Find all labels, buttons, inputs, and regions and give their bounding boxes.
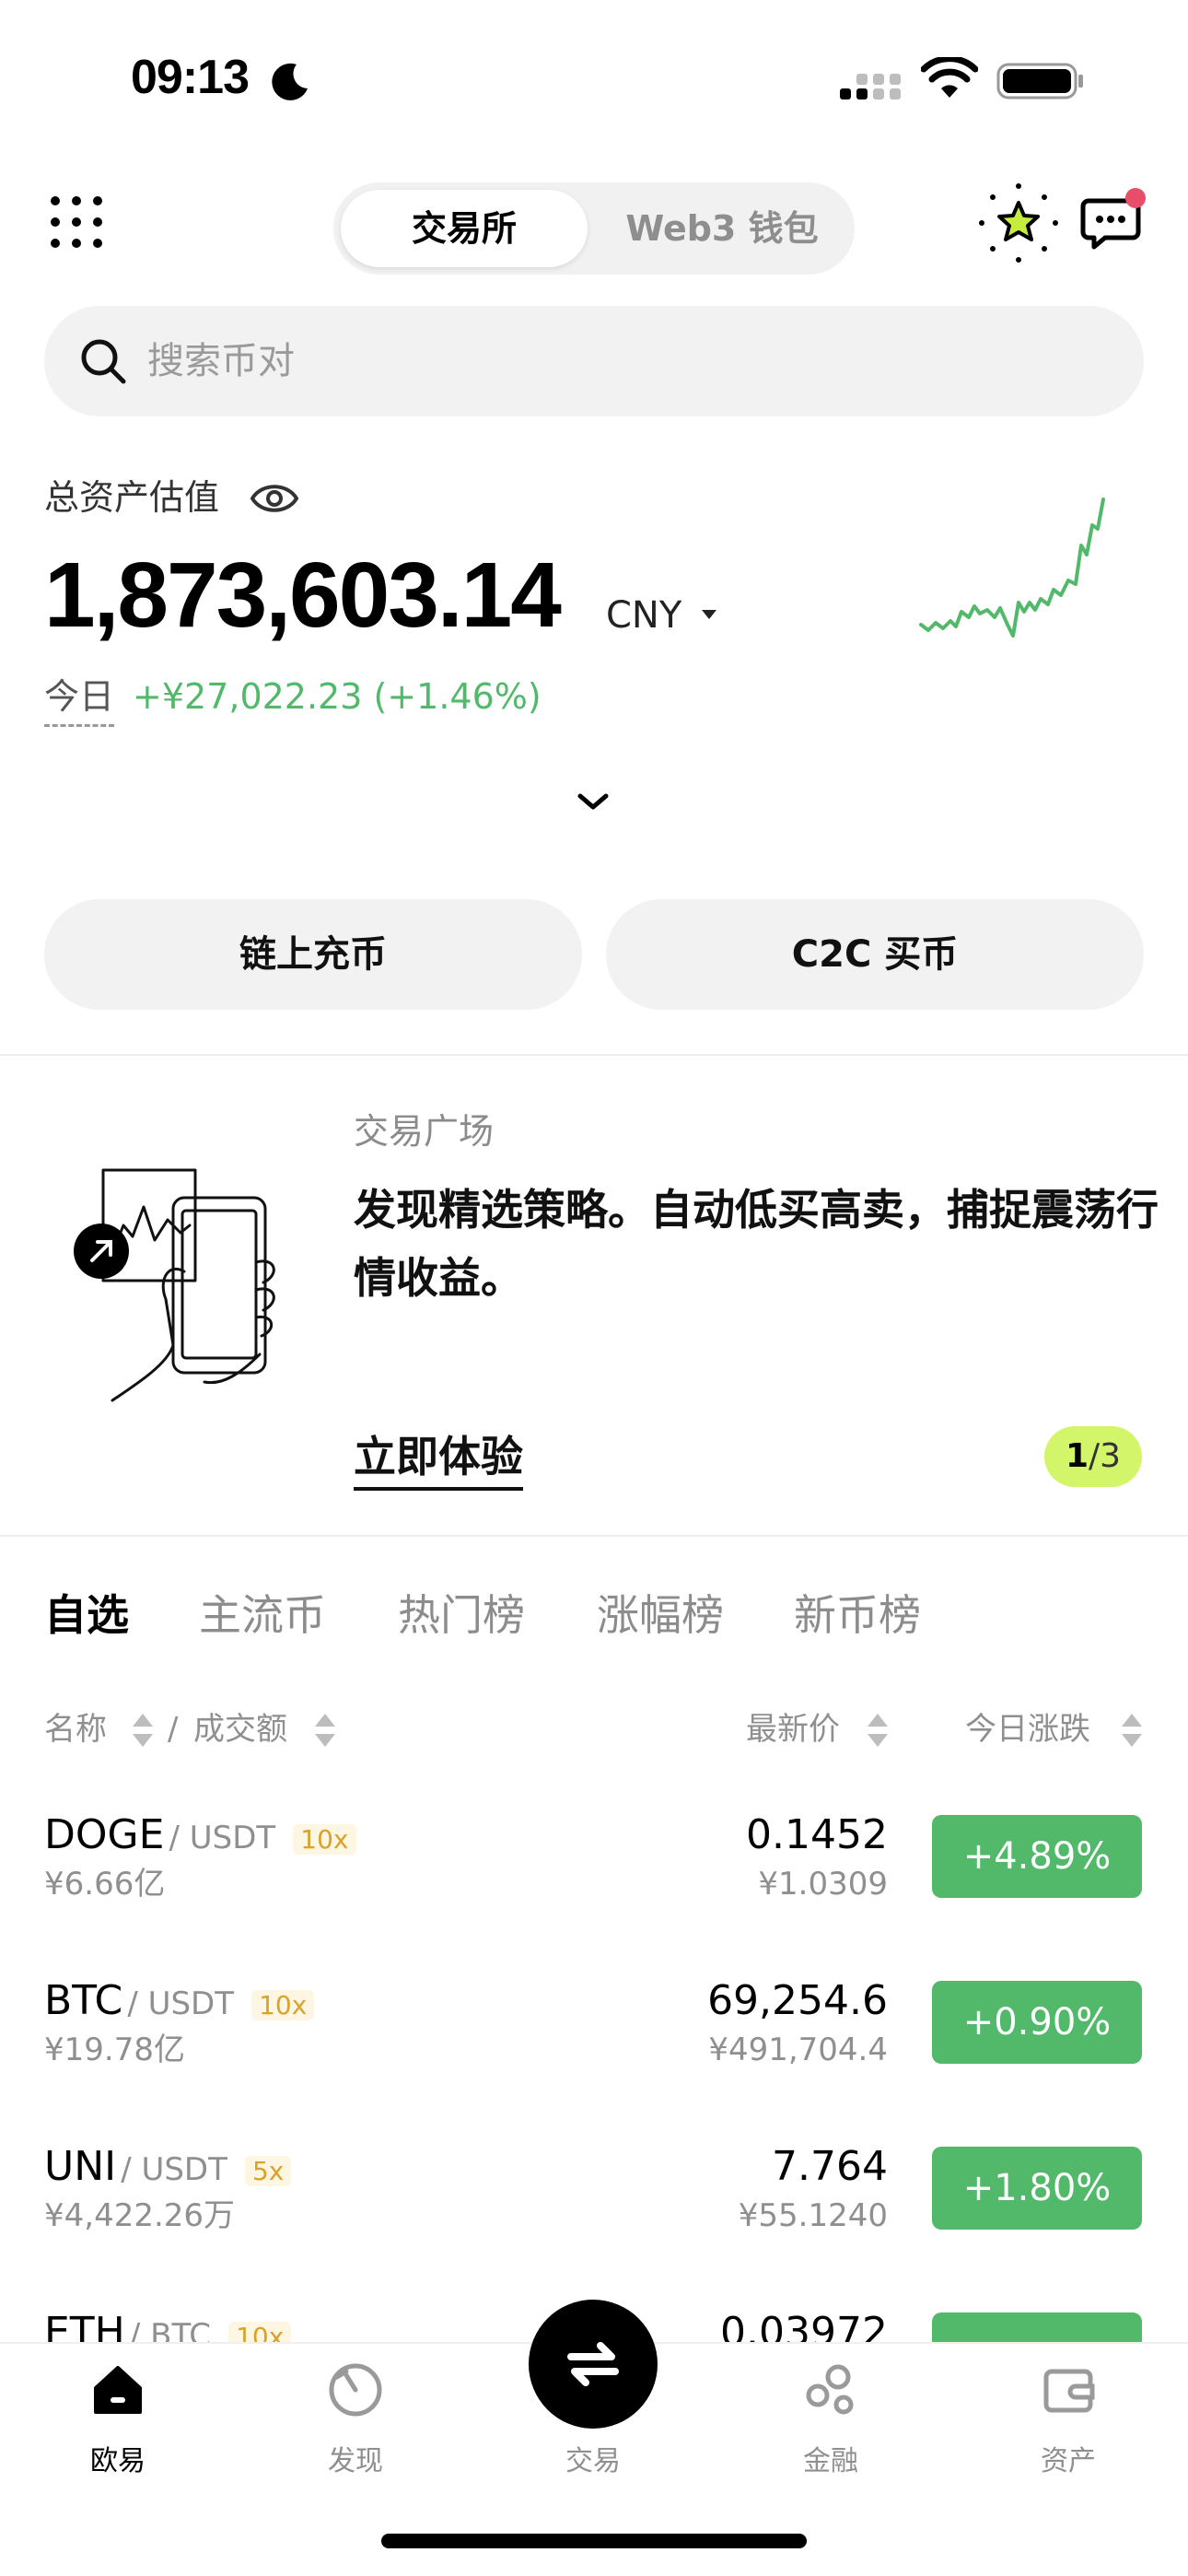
tab-mainstream[interactable]: 主流币 <box>199 1585 326 1645</box>
row-volume: ¥19.78亿 <box>44 2032 185 2068</box>
column-price[interactable]: 最新价 <box>746 1706 840 1752</box>
row-price: 0.1452 <box>746 1811 888 1858</box>
row-price-cny: ¥1.0309 <box>758 1866 888 1903</box>
row-price: 69,254.6 <box>707 1977 888 2024</box>
search-placeholder[interactable]: 搜索币对 <box>147 334 295 389</box>
home-indicator <box>381 2534 807 2548</box>
table-row[interactable]: BTC / USDT 10x <box>44 1973 315 2029</box>
chevron-down-icon[interactable] <box>575 789 611 814</box>
trade-button[interactable] <box>529 2300 658 2429</box>
table-row[interactable]: DOGE / USDT 10x <box>44 1808 356 1863</box>
leverage-badge: 10x <box>293 1824 356 1855</box>
total-assets-label: 总资产估值 <box>44 477 220 518</box>
today-label[interactable]: 今日 <box>44 671 115 727</box>
tab-new-listings[interactable]: 新币榜 <box>794 1585 921 1645</box>
favorite-star-icon[interactable] <box>976 181 1061 265</box>
eye-icon[interactable] <box>249 475 300 521</box>
finance-bubbles-icon <box>806 2364 854 2415</box>
compass-icon <box>329 2363 382 2417</box>
nav-home[interactable]: 欧易 <box>35 2362 201 2482</box>
wallet-icon <box>1043 2369 1095 2413</box>
swap-icon <box>567 2342 619 2386</box>
nav-discover[interactable]: 发现 <box>273 2362 438 2482</box>
wifi-icon <box>921 57 978 98</box>
leverage-badge: 10x <box>251 1990 315 2020</box>
caret-down-icon[interactable] <box>700 608 718 621</box>
cellular-signal-icon <box>840 74 901 100</box>
battery-icon <box>996 63 1083 100</box>
row-price-cny: ¥491,704.4 <box>708 2032 888 2068</box>
row-price: 7.764 <box>772 2143 888 2190</box>
tab-hot[interactable]: 热门榜 <box>398 1585 525 1645</box>
leverage-badge: 5x <box>244 2156 292 2186</box>
home-icon <box>94 2366 142 2414</box>
change-badge[interactable]: +0.90% <box>932 1981 1142 2064</box>
search-icon <box>81 339 126 384</box>
row-volume: ¥4,422.26万 <box>44 2197 236 2234</box>
column-name[interactable]: 名称 <box>44 1706 107 1752</box>
column-volume[interactable]: 成交额 <box>193 1706 287 1752</box>
sort-icon[interactable] <box>1120 1710 1144 1751</box>
promo-try-now-link[interactable]: 立即体验 <box>354 1426 523 1491</box>
section-divider <box>0 1535 1188 1537</box>
asset-sparkline[interactable] <box>915 488 1118 650</box>
row-quote: / USDT <box>121 2151 227 2188</box>
nav-label: 发现 <box>328 2445 383 2477</box>
row-quote: / USDT <box>169 1820 276 1856</box>
nav-assets[interactable]: 资产 <box>985 2362 1151 2482</box>
notification-dot <box>1125 188 1146 208</box>
row-volume: ¥6.66亿 <box>44 1866 166 1903</box>
moon-icon <box>272 63 308 100</box>
column-separator: / <box>168 1711 179 1748</box>
nav-label: 欧易 <box>90 2445 146 2477</box>
row-quote: / USDT <box>127 1985 234 2022</box>
section-divider <box>0 1054 1188 1056</box>
c2c-buy-button[interactable]: C2C 买币 <box>606 899 1144 1010</box>
nav-label: 金融 <box>803 2445 858 2477</box>
sort-icon[interactable] <box>866 1710 890 1751</box>
tab-favorites[interactable]: 自选 <box>44 1585 129 1645</box>
nav-label: 资产 <box>1041 2445 1096 2477</box>
phone-hand-illustration <box>74 1168 275 1402</box>
change-badge[interactable]: +4.89% <box>932 1815 1142 1898</box>
nav-finance[interactable]: 金融 <box>748 2362 914 2482</box>
promo-page-current: 1 <box>1065 1437 1089 1475</box>
onchain-deposit-button[interactable]: 链上充币 <box>44 899 582 1010</box>
sort-icon[interactable] <box>131 1710 155 1751</box>
row-symbol: BTC <box>44 1977 123 2024</box>
promo-page-total: /3 <box>1089 1437 1122 1475</box>
promo-text: 发现精选策略。自动低买高卖，捕捉震荡行情收益。 <box>354 1185 1159 1303</box>
row-symbol: DOGE <box>44 1811 165 1858</box>
apps-grid-icon[interactable] <box>48 193 105 251</box>
total-assets-value: 1,873,603.14 <box>44 544 562 647</box>
column-change[interactable]: 今日涨跌 <box>965 1706 1090 1752</box>
status-time: 09:13 <box>131 51 250 104</box>
table-row[interactable]: UNI / USDT 5x <box>44 2139 292 2195</box>
currency-selector[interactable]: CNY <box>606 590 681 641</box>
row-symbol: UNI <box>44 2143 117 2190</box>
promo-tag: 交易广场 <box>354 1111 495 1152</box>
tab-gainers[interactable]: 涨幅榜 <box>597 1585 724 1645</box>
change-badge[interactable]: +1.80% <box>932 2147 1142 2230</box>
nav-trade-label: 交易 <box>565 2445 621 2477</box>
row-price-cny: ¥55.1240 <box>738 2197 888 2234</box>
tab-exchange[interactable]: 交易所 <box>341 190 588 267</box>
today-change: +¥27,022.23 (+1.46%) <box>133 676 542 717</box>
tab-web3-wallet[interactable]: Web3 钱包 <box>599 190 845 267</box>
promo-pager: 1/3 <box>1044 1426 1142 1487</box>
sort-icon[interactable] <box>313 1710 337 1751</box>
